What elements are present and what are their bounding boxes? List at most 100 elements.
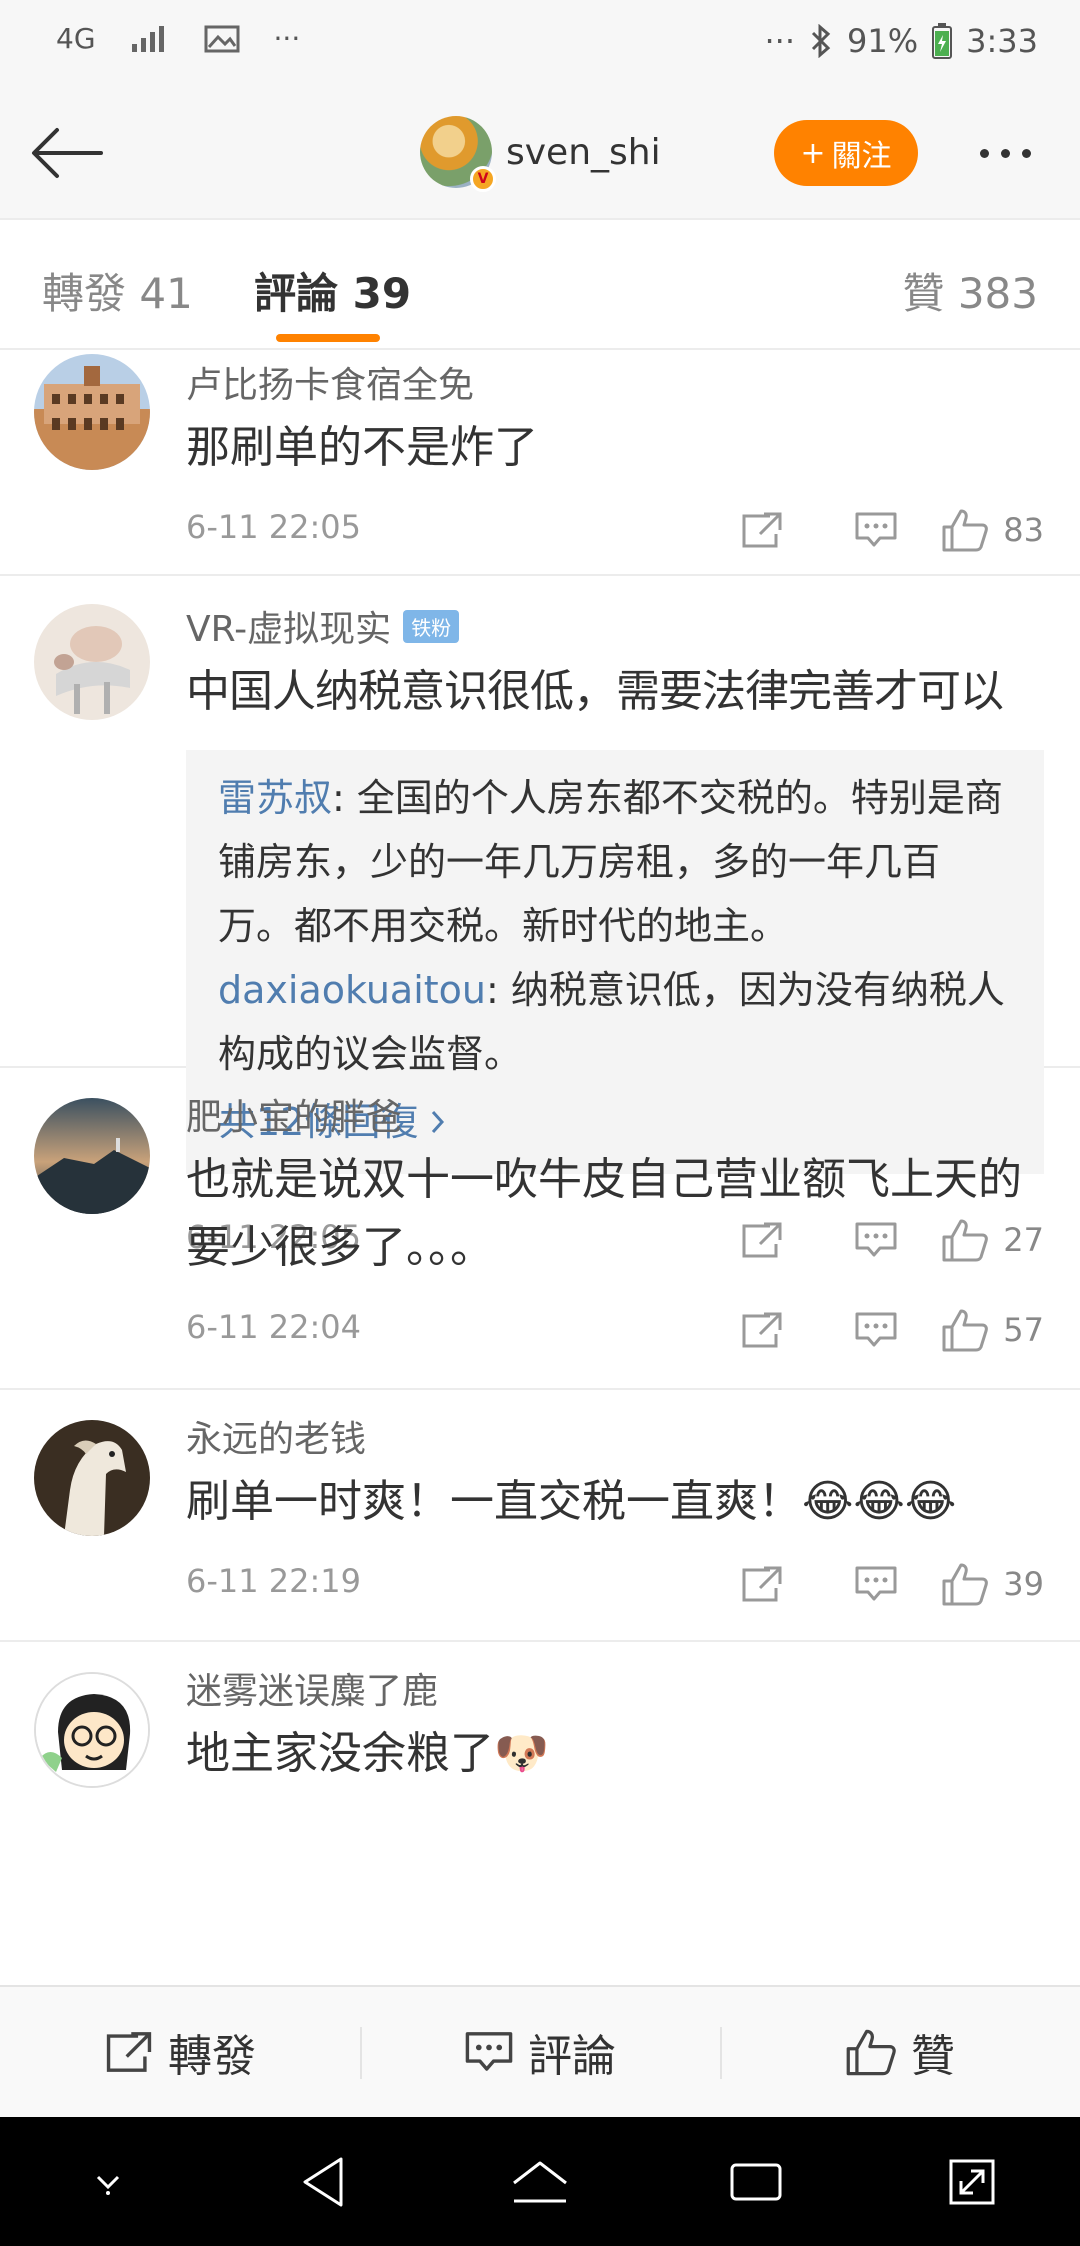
comment-list[interactable]: 卢比扬卡食宿全免 那刷单的不是炸了 6-11 22:05 83 VR-虚拟现实铁… [0,350,1080,1985]
more-status-icon: ··· [764,22,796,60]
comment-icon [465,2032,513,2071]
status-bar: 4G ··· ··· 91% 3:33 [0,0,1080,90]
clock: 3:33 [966,22,1038,60]
nav-recents-button[interactable] [696,2132,816,2232]
author-username[interactable]: sven_shi [506,132,661,173]
chevron-down-icon [96,2175,120,2195]
commenter-name[interactable]: 永远的老钱 [186,1410,1044,1462]
like-button[interactable]: 39 [941,1554,1044,1614]
active-tab-indicator [276,334,380,342]
fan-badge: 铁粉 [403,609,460,643]
comment-footer: 6-11 22:04 57 [186,1282,1044,1382]
follow-button[interactable]: + 關注 [774,120,918,186]
battery-icon [932,23,953,59]
commenter-name[interactable]: VR-虚拟现实 铁粉 [186,600,1044,652]
tab-reposts[interactable]: 轉發 41 [42,260,193,321]
like-button[interactable]: 83 [941,500,1044,560]
commenter-name[interactable]: 肥小宝的胖爸 [186,1088,1044,1140]
nav-home-button[interactable] [480,2132,600,2232]
recents-icon [730,2163,782,2200]
share-button[interactable] [705,1554,819,1614]
commenter-avatar[interactable] [34,1098,150,1214]
comment-icon [855,1312,897,1347]
comment-button[interactable]: 評論 [360,1987,720,2117]
share-icon [742,1566,782,1602]
comment-icon [855,512,897,547]
comment-footer: 6-11 22:19 39 [186,1536,1044,1636]
bluetooth-icon [809,24,833,58]
share-icon [742,1312,782,1348]
comment-footer: 6-11 22:05 83 [186,482,1044,582]
commenter-avatar[interactable] [34,1672,150,1788]
tab-likes[interactable]: 贊 383 [902,260,1038,321]
like-count: 83 [1003,511,1044,549]
comment-icon [855,1566,897,1601]
comment-item: 肥小宝的胖爸 也就是说双十一吹牛皮自己营业额飞上天的要少很多了。。。 6-11 … [0,1068,1080,1390]
back-triangle-icon [303,2157,343,2206]
comment-text: 中国人纳税意识很低，需要法律完善才可以 [186,666,1004,717]
comment-item: VR-虚拟现实 铁粉 中国人纳税意识很低，需要法律完善才可以 雷苏叔: 全国的个人… [0,576,1080,1262]
reply-item: 雷苏叔: 全国的个人房东都不交税的。特别是商铺房东，少的一年几万房租，多的一年几… [218,766,1012,958]
post-action-bar: 轉發 評論 贊 [0,1985,1080,2117]
reply-button[interactable] [819,500,933,560]
back-arrow-icon [32,128,103,178]
post-tabs: 轉發 41 評論 39 贊 383 [0,218,1080,350]
share-icon [742,512,782,548]
comment-text: 那刷单的不是炸了 [186,422,538,473]
author-avatar[interactable]: V [420,116,496,192]
comment-label: 評論 [528,2031,616,2082]
comment-text: 刷单一时爽！一直交税一直爽！😂😂😂 [186,1476,957,1527]
repost-button[interactable]: 轉發 [0,1987,360,2117]
back-button[interactable] [22,118,112,188]
tab-comments[interactable]: 評論 39 [254,260,411,321]
repost-label: 轉發 [168,2031,256,2082]
home-icon [513,2161,567,2202]
comment-item: 迷雾迷误麋了鹿 地主家没余粮了🐶 [0,1642,1080,1942]
author-profile[interactable]: V sven_shi [420,116,661,192]
thumbs-up-icon [942,1563,989,1606]
app-header: V sven_shi + 關注 [0,90,1080,218]
thumbs-up-icon [942,509,989,552]
thumbs-up-icon [942,1309,989,1352]
more-dots-icon [979,148,989,158]
reply-author[interactable]: daxiaokuaitou [218,968,486,1012]
comment-time: 6-11 22:05 [186,508,362,546]
commenter-avatar[interactable] [34,1420,150,1536]
commenter-name[interactable]: 迷雾迷误麋了鹿 [186,1662,1044,1714]
nav-expand-button[interactable] [912,2132,1032,2232]
signal-icon [130,24,170,54]
network-type-icon: 4G [56,22,96,55]
comment-time: 6-11 22:19 [186,1562,362,1600]
more-notifications-icon: ··· [273,22,301,55]
share-button[interactable] [705,500,819,560]
reply-text: : 全国的个人房东都不交税的。特别是商铺房东，少的一年几万房租，多的一年几百万。… [218,776,1003,948]
like-post-button[interactable]: 贊 [720,1987,1080,2117]
hide-nav-button[interactable] [48,2132,168,2232]
comment-time: 6-11 22:04 [186,1308,362,1346]
comment-item: 永远的老钱 刷单一时爽！一直交税一直爽！😂😂😂 6-11 22:19 39 [0,1390,1080,1642]
reply-author[interactable]: 雷苏叔 [218,776,332,820]
reply-item: daxiaokuaitou: 纳税意识低，因为没有纳税人构成的议会监督。 [218,958,1012,1086]
verified-badge-icon: V [470,166,496,192]
commenter-avatar[interactable] [34,604,150,720]
share-button[interactable] [705,1300,819,1360]
more-options-button[interactable] [960,120,1050,186]
commenter-name[interactable]: 卢比扬卡食宿全免 [186,356,1044,408]
battery-percentage: 91% [847,22,919,60]
reply-button[interactable] [819,1300,933,1360]
reply-button[interactable] [819,1554,933,1614]
like-count: 57 [1003,1311,1044,1349]
like-count: 39 [1003,1565,1044,1603]
nav-back-button[interactable] [264,2132,384,2232]
thumbs-up-icon [846,2029,896,2076]
plus-icon: + [800,135,826,171]
share-icon [106,2032,152,2072]
system-navigation-bar [0,2117,1080,2246]
comment-item: 卢比扬卡食宿全免 那刷单的不是炸了 6-11 22:05 83 [0,350,1080,576]
like-button[interactable]: 57 [941,1300,1044,1360]
commenter-avatar[interactable] [34,354,150,470]
follow-label: 關注 [831,139,892,174]
comment-text: 也就是说双十一吹牛皮自己营业额飞上天的要少很多了。。。 [186,1154,1022,1273]
expand-icon [949,2159,995,2204]
image-notification-icon [204,24,240,54]
